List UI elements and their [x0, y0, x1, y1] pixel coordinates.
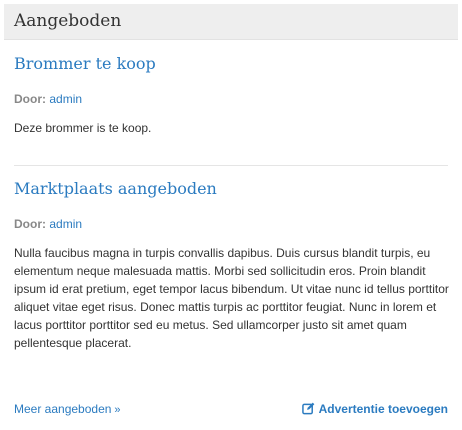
add-advertisement-link[interactable]: Advertentie toevoegen [301, 401, 448, 417]
post-excerpt: Nulla faucibus magna in turpis convallis… [14, 246, 449, 350]
post-excerpt: Deze brommer is te koop. [14, 121, 152, 135]
post-title-link[interactable]: Marktplaats aangeboden [14, 178, 448, 200]
post-meta: Door: admin [14, 91, 448, 107]
more-offered-label: Meer aangeboden [14, 402, 112, 416]
double-chevron-right-icon: » [114, 404, 121, 416]
widget-title: Aangeboden [14, 11, 122, 31]
author-link[interactable]: admin [49, 92, 82, 106]
post-meta: Door: admin [14, 216, 448, 232]
list-item: Brommer te koop Door: admin Deze brommer… [14, 53, 448, 137]
add-advertisement-label: Advertentie toevoegen [318, 402, 448, 416]
divider [14, 165, 448, 166]
meta-label: Door: [14, 217, 46, 231]
list-item: Marktplaats aangeboden Door: admin Nulla… [14, 178, 449, 352]
more-offered-link[interactable]: Meer aangeboden» [14, 401, 121, 418]
author-link[interactable]: admin [49, 217, 82, 231]
post-title-link[interactable]: Brommer te koop [14, 53, 448, 75]
edit-icon [301, 402, 314, 415]
widget-header: Aangeboden [4, 4, 458, 40]
meta-label: Door: [14, 92, 46, 106]
